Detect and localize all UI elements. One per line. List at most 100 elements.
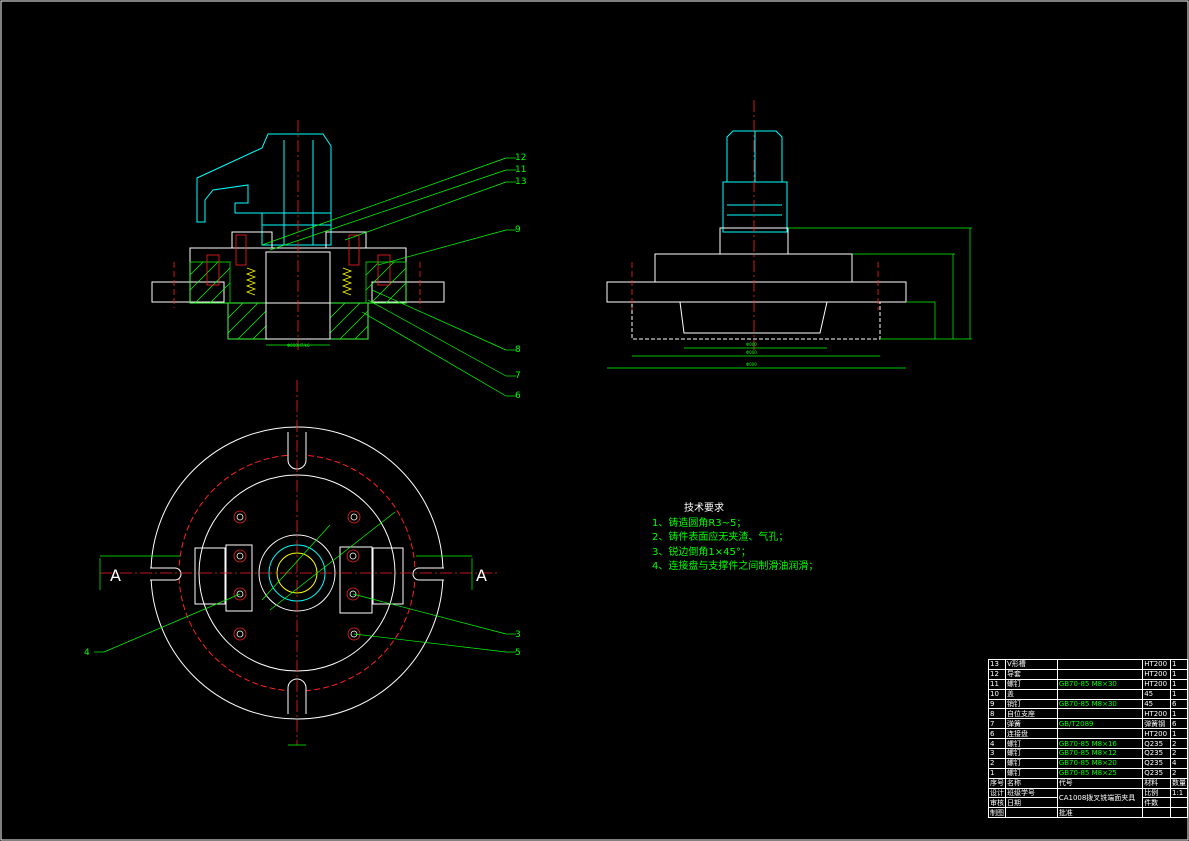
balloon-9: 9 xyxy=(515,225,521,235)
parts-cell-no: 4 xyxy=(988,738,1006,750)
parts-cell-no: 7 xyxy=(988,718,1006,730)
parts-cell-std: GB70-85 M8×30 xyxy=(1056,678,1144,690)
balloon-3: 3 xyxy=(515,630,521,640)
svg-text:Φ000: Φ000 xyxy=(746,362,757,367)
parts-row: 6 连接盘 HT200 1 xyxy=(988,728,1189,740)
parts-cell-std: GB70-85 M8×30 xyxy=(1056,698,1144,710)
parts-cell-qty: 2 xyxy=(1169,748,1189,759)
parts-cell-std xyxy=(1056,688,1144,700)
svg-text:Φ000: Φ000 xyxy=(746,342,757,347)
parts-row: 3 螺钉 GB70-85 M8×12 Q235 2 xyxy=(988,748,1189,759)
parts-cell-mat: 45 xyxy=(1142,688,1171,700)
designer-label: 设计 xyxy=(988,787,1006,799)
balloon-11: 11 xyxy=(515,165,526,175)
school-label: 班级学号 xyxy=(1005,787,1058,799)
parts-cell-qty: 1 xyxy=(1169,659,1189,670)
title-block: 13 V形槽 HT200 1 12 导套 HT200 1 11 螺钉 GB70-85 M8×30 HT… xyxy=(988,659,1189,839)
parts-cell-no: 11 xyxy=(988,678,1006,690)
parts-cell-qty: 1 xyxy=(1169,668,1189,680)
title-row-1: 设计 班级学号 CA1008拨叉铣端面夹具 比例 1:1 xyxy=(988,787,1189,809)
balloon-12: 12 xyxy=(515,153,526,163)
parts-cell-std xyxy=(1056,668,1144,680)
parts-cell-std xyxy=(1056,728,1144,740)
parts-cell-std: GB70-85 M8×12 xyxy=(1056,748,1144,759)
parts-cell-name: 螺钉 xyxy=(1005,757,1058,769)
drafter-label: 制图 xyxy=(988,807,1006,819)
checker-label: 审核 xyxy=(988,797,1006,809)
drawing-title: CA1008拨叉铣端面夹具 xyxy=(1056,787,1144,809)
front-view-balloons: 12 11 13 9 8 7 6 xyxy=(515,153,526,401)
approver-label: 批准 xyxy=(1056,807,1144,819)
date-label: 日期 xyxy=(1005,797,1058,809)
tech-req-line-4: 4、连接盘与支撑件之间制滑油润滑； xyxy=(652,561,819,572)
header-no: 序号 xyxy=(988,777,1006,789)
tech-req-title: 技术要求 xyxy=(684,503,724,514)
section-label-right: A xyxy=(476,566,487,585)
svg-text:Φ000: Φ000 xyxy=(746,350,757,355)
parts-cell-qty: 1 xyxy=(1169,728,1189,740)
parts-cell-qty: 1 xyxy=(1169,708,1189,720)
parts-cell-std: GB70-85 M8×20 xyxy=(1056,757,1144,769)
parts-cell-name: 螺钉 xyxy=(1005,678,1058,690)
header-mat: 材料 xyxy=(1142,777,1171,789)
parts-cell-no: 6 xyxy=(988,728,1006,740)
balloon-4: 4 xyxy=(84,648,90,658)
tech-req-line-2: 2、铸件表面应无夹渣、气孔； xyxy=(652,532,789,543)
balloon-7: 7 xyxy=(515,371,521,381)
balloon-13: 13 xyxy=(515,177,526,187)
side-view: Φ000 Φ000 Φ000 xyxy=(606,100,972,369)
parts-cell-name: 螺钉 xyxy=(1005,738,1058,750)
parts-cell-mat: HT200 xyxy=(1142,659,1171,670)
parts-cell-name: 连接盘 xyxy=(1005,728,1058,740)
parts-cell-name: 螺钉 xyxy=(1005,767,1058,779)
parts-row: 9 销钉 GB70-85 M8×30 45 6 xyxy=(988,698,1189,710)
parts-cell-no: 2 xyxy=(988,757,1006,769)
parts-row: 4 螺钉 GB70-85 M8×16 Q235 2 xyxy=(988,738,1189,750)
parts-row: 2 螺钉 GB70-85 M8×20 Q235 4 xyxy=(988,757,1189,769)
svg-text:Φ000H7/k6: Φ000H7/k6 xyxy=(287,343,310,348)
parts-header-row: 序号 名称 代号 材料 数量 xyxy=(988,777,1189,789)
parts-row: 11 螺钉 GB70-85 M8×30 HT200 1 xyxy=(988,678,1189,690)
title-row-3: 制图 批准 xyxy=(988,807,1189,819)
parts-cell-mat: 弹簧钢 xyxy=(1142,718,1171,730)
front-section-view: Φ000H7/k6 xyxy=(151,120,516,397)
parts-row: 13 V形槽 HT200 1 xyxy=(988,659,1189,670)
parts-row: 8 自位支座 HT200 1 xyxy=(988,708,1189,720)
header-std: 代号 xyxy=(1056,777,1144,789)
parts-cell-name: 弹簧 xyxy=(1005,718,1058,730)
parts-cell-no: 13 xyxy=(988,659,1006,670)
parts-cell-qty: 1 xyxy=(1169,678,1189,690)
tech-req-line-1: 1、铸造圆角R3~5； xyxy=(652,517,747,529)
parts-cell-mat: HT200 xyxy=(1142,678,1171,690)
parts-cell-no: 10 xyxy=(988,688,1006,700)
parts-cell-std xyxy=(1056,659,1144,670)
header-name: 名称 xyxy=(1005,777,1058,789)
tech-req-line-3: 3、锐边倒角1×45°； xyxy=(652,546,751,558)
parts-cell-name: 盖 xyxy=(1005,688,1058,700)
parts-cell-qty: 1 xyxy=(1169,688,1189,700)
parts-cell-mat: Q235 xyxy=(1142,738,1171,750)
section-label-left: A xyxy=(110,566,121,585)
parts-cell-mat: HT200 xyxy=(1142,668,1171,680)
parts-cell-name: 自位支座 xyxy=(1005,708,1058,720)
parts-cell-no: 9 xyxy=(988,698,1006,710)
parts-cell-mat: Q235 xyxy=(1142,757,1171,769)
parts-cell-qty: 2 xyxy=(1169,738,1189,750)
parts-cell-name: V形槽 xyxy=(1005,659,1058,670)
parts-cell-no: 1 xyxy=(988,767,1006,779)
balloon-8: 8 xyxy=(515,345,521,355)
qty-label: 件数 xyxy=(1142,797,1171,809)
parts-cell-no: 8 xyxy=(988,708,1006,720)
balloon-6: 6 xyxy=(515,391,521,401)
scale-label: 比例 xyxy=(1142,787,1171,799)
parts-cell-mat: Q235 xyxy=(1142,748,1171,759)
parts-cell-qty: 6 xyxy=(1169,698,1189,710)
scale-value: 1:1 xyxy=(1169,787,1189,799)
parts-row: 12 导套 HT200 1 xyxy=(988,668,1189,680)
header-qty: 数量 xyxy=(1169,777,1189,789)
parts-row: 1 螺钉 GB70-85 M8×25 Q235 2 xyxy=(988,767,1189,779)
balloon-5: 5 xyxy=(515,648,521,658)
parts-cell-mat: HT200 xyxy=(1142,708,1171,720)
parts-cell-no: 12 xyxy=(988,668,1006,680)
parts-cell-qty: 4 xyxy=(1169,757,1189,769)
